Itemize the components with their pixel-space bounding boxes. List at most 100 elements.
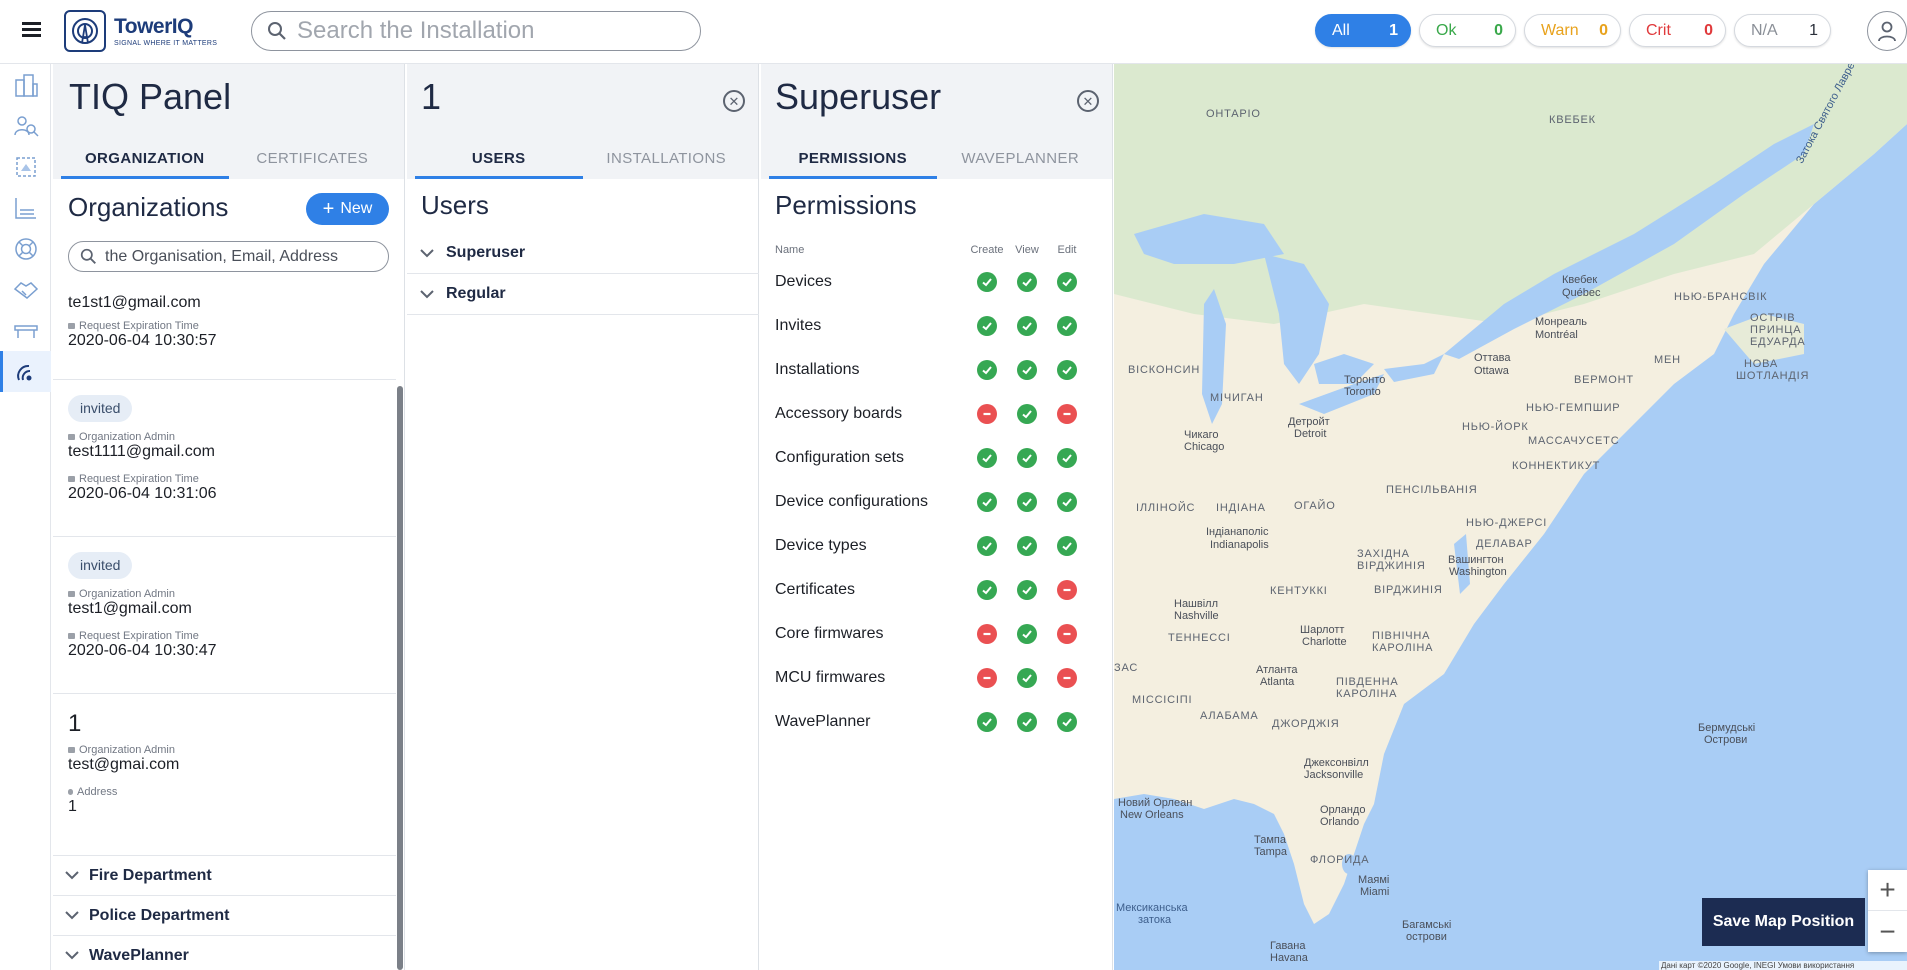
check-circle-icon[interactable] [977, 360, 997, 380]
list-item[interactable]: Superuser [407, 233, 759, 274]
installation-search-input[interactable] [297, 17, 677, 45]
table-row: Device types [775, 524, 1103, 568]
organization-card[interactable]: 1 Organization Admin test@gmai.com Addre… [53, 694, 396, 856]
check-circle-icon[interactable] [1017, 448, 1037, 468]
nav-bench[interactable] [0, 310, 51, 351]
column-edit: Edit [1057, 244, 1077, 256]
minus-circle-icon[interactable] [977, 624, 997, 644]
check-circle-icon[interactable] [1017, 360, 1037, 380]
check-circle-icon[interactable] [977, 316, 997, 336]
tab-permissions[interactable]: PERMISSIONS [769, 139, 937, 179]
tab-users[interactable]: USERS [415, 139, 583, 179]
menu-icon[interactable] [22, 22, 41, 37]
minus-circle-icon[interactable] [977, 668, 997, 688]
tab-installations[interactable]: INSTALLATIONS [583, 139, 751, 179]
app-logo[interactable]: TowerIQ SIGNAL WHERE IT MATTERS [64, 8, 217, 54]
permission-name: Invites [775, 317, 822, 334]
minus-circle-icon[interactable] [1057, 624, 1077, 644]
map-label: ОНТАРІО [1206, 108, 1261, 120]
check-circle-icon[interactable] [1057, 492, 1077, 512]
org-name: 1 [68, 710, 82, 737]
list-item[interactable]: Fire Department [53, 856, 396, 896]
map-label: НЬЮ-БРАНСВІК [1674, 291, 1768, 303]
check-circle-icon[interactable] [1017, 624, 1037, 644]
filter-warn[interactable]: Warn 0 [1524, 14, 1621, 47]
map-label: Нашвілл [1174, 598, 1219, 610]
nav-support[interactable] [0, 228, 51, 269]
organization-list[interactable]: te1st1@gmail.com Request Expiration Time… [53, 286, 405, 970]
scrollbar[interactable] [397, 386, 403, 970]
permission-name: Configuration sets [775, 449, 904, 466]
list-item[interactable]: Police Department [53, 896, 396, 936]
list-item[interactable]: Regular [407, 274, 759, 315]
user-account-button[interactable] [1867, 11, 1907, 51]
filter-all[interactable]: All 1 [1315, 14, 1411, 47]
installation-search[interactable] [251, 11, 701, 51]
check-circle-icon[interactable] [1057, 536, 1077, 556]
zoom-in-button[interactable]: + [1868, 870, 1907, 911]
tab-waveplanner[interactable]: WAVEPLANNER [937, 139, 1105, 179]
organization-search-input[interactable] [105, 247, 375, 266]
tab-certificates[interactable]: CERTIFICATES [229, 139, 397, 179]
map-label: Мексиканська [1116, 902, 1188, 914]
map-label: ЕДУАРДА [1750, 336, 1806, 348]
installation-map[interactable]: ОНТАРІО КВЕБЕК Квебек Québec Монреаль Mo… [1114, 64, 1907, 970]
check-circle-icon[interactable] [977, 712, 997, 732]
check-circle-icon[interactable] [977, 536, 997, 556]
filter-crit-label: Crit [1646, 21, 1671, 39]
minus-circle-icon[interactable] [1057, 580, 1077, 600]
new-organization-button[interactable]: + New [306, 193, 389, 225]
page-title: TIQ Panel [69, 76, 232, 117]
check-circle-icon[interactable] [1017, 316, 1037, 336]
permission-view-cell [1007, 668, 1047, 688]
nav-installation[interactable] [0, 146, 51, 187]
signal-icon [17, 364, 32, 380]
filter-na[interactable]: N/A 1 [1734, 14, 1831, 47]
check-circle-icon[interactable] [977, 272, 997, 292]
nav-signal[interactable] [0, 351, 51, 392]
table-row: Core firmwares [775, 612, 1103, 656]
check-circle-icon[interactable] [1057, 448, 1077, 468]
filter-crit[interactable]: Crit 0 [1629, 14, 1726, 47]
organization-search[interactable] [68, 241, 389, 272]
check-circle-icon[interactable] [1017, 404, 1037, 424]
list-item[interactable]: WavePlanner [53, 936, 396, 970]
check-circle-icon[interactable] [1017, 668, 1037, 688]
close-button[interactable]: ✕ [723, 90, 745, 112]
check-circle-icon[interactable] [1017, 580, 1037, 600]
check-circle-icon[interactable] [1057, 360, 1077, 380]
role-label-text: Organization Admin [79, 431, 175, 443]
check-circle-icon[interactable] [1017, 536, 1037, 556]
minus-circle-icon[interactable] [1057, 404, 1077, 424]
check-circle-icon[interactable] [1057, 272, 1077, 292]
map-label: ПЕНСІЛЬВАНІЯ [1386, 484, 1478, 496]
check-circle-icon[interactable] [1017, 712, 1037, 732]
minus-circle-icon[interactable] [977, 404, 997, 424]
map-label: острови [1406, 931, 1447, 943]
permission-edit-cell [1047, 448, 1087, 468]
filter-ok[interactable]: Ok 0 [1419, 14, 1516, 47]
check-circle-icon[interactable] [977, 448, 997, 468]
save-map-position-button[interactable]: Save Map Position [1702, 898, 1865, 946]
search-icon [80, 248, 96, 264]
tab-organization[interactable]: ORGANIZATION [61, 139, 229, 179]
nav-inspect[interactable] [0, 105, 51, 146]
expiration-value: 2020-06-04 10:31:06 [68, 485, 217, 502]
nav-buildings[interactable] [0, 64, 51, 105]
nav-floorplan[interactable] [0, 187, 51, 228]
check-circle-icon[interactable] [1057, 316, 1077, 336]
check-circle-icon[interactable] [1057, 712, 1077, 732]
map-label: Havana [1270, 952, 1308, 964]
check-circle-icon[interactable] [1017, 492, 1037, 512]
nav-partners[interactable] [0, 269, 51, 310]
minus-circle-icon[interactable] [1057, 668, 1077, 688]
organization-card[interactable]: te1st1@gmail.com Request Expiration Time… [53, 286, 396, 380]
close-button[interactable]: ✕ [1077, 90, 1099, 112]
zoom-out-button[interactable]: − [1868, 911, 1907, 952]
map-label: Jacksonville [1304, 769, 1364, 781]
check-circle-icon[interactable] [977, 492, 997, 512]
organization-card[interactable]: invited Organization Admin test1@gmail.c… [53, 537, 396, 694]
check-circle-icon[interactable] [977, 580, 997, 600]
check-circle-icon[interactable] [1017, 272, 1037, 292]
organization-card[interactable]: invited Organization Admin test1111@gmai… [53, 380, 396, 537]
